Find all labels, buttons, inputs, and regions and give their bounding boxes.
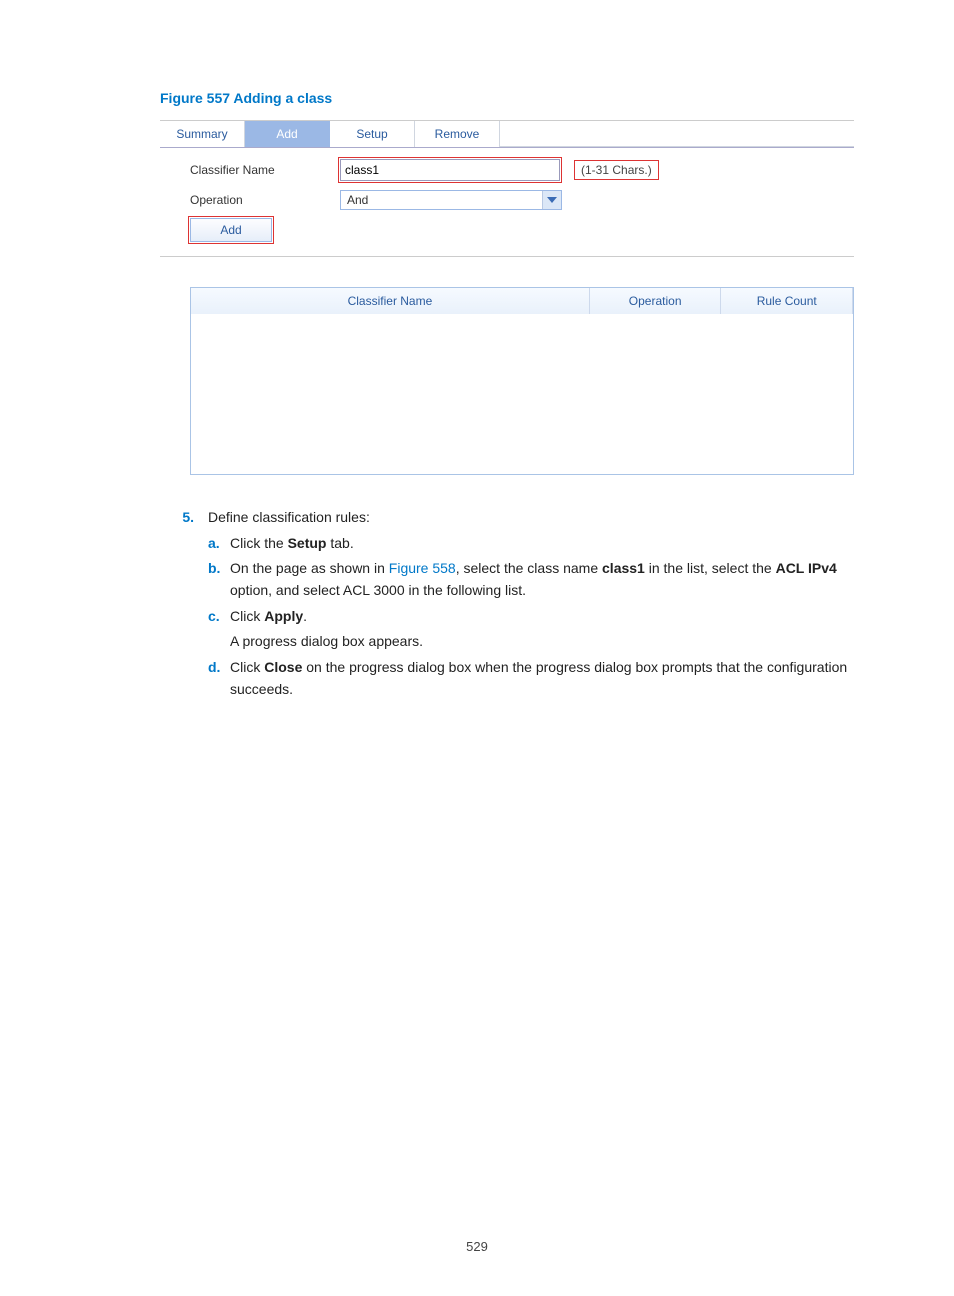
grid-col-rule-count[interactable]: Rule Count <box>721 288 853 314</box>
text: , select the class name <box>456 560 602 576</box>
classifier-name-hint: (1-31 Chars.) <box>574 160 659 180</box>
bold-apply: Apply <box>264 608 303 624</box>
text: Click the <box>230 535 288 551</box>
substep-c-body: Click Apply. A progress dialog box appea… <box>230 606 854 653</box>
classifier-grid: Classifier Name Operation Rule Count <box>190 287 854 475</box>
text: On the page as shown in <box>230 560 389 576</box>
step-5-number: 5. <box>160 507 208 705</box>
operation-label: Operation <box>190 193 340 207</box>
figure-558-link[interactable]: Figure 558 <box>389 560 456 576</box>
substep-b-body: On the page as shown in Figure 558, sele… <box>230 558 854 601</box>
substep-c-extra: A progress dialog box appears. <box>230 631 854 653</box>
classifier-name-input[interactable] <box>340 159 560 181</box>
text: tab. <box>326 535 353 551</box>
grid-col-classifier-name[interactable]: Classifier Name <box>191 288 590 314</box>
add-button[interactable]: Add <box>190 218 272 242</box>
classifier-name-label: Classifier Name <box>190 163 340 177</box>
text: . <box>303 608 307 624</box>
chevron-down-icon <box>542 191 561 209</box>
substep-a-body: Click the Setup tab. <box>230 533 854 555</box>
substep-b-letter: b. <box>208 558 230 601</box>
text: Click <box>230 608 264 624</box>
tab-filler <box>500 121 854 147</box>
bold-acl-ipv4: ACL IPv4 <box>776 560 837 576</box>
page-number: 529 <box>0 1239 954 1254</box>
grid-col-operation[interactable]: Operation <box>590 288 722 314</box>
tab-remove[interactable]: Remove <box>415 121 500 147</box>
figure-title: Figure 557 Adding a class <box>160 90 854 106</box>
substep-d-body: Click Close on the progress dialog box w… <box>230 657 854 700</box>
substep-a-letter: a. <box>208 533 230 555</box>
tab-summary[interactable]: Summary <box>160 121 245 147</box>
grid-body-empty <box>191 314 853 474</box>
instruction-list: 5. Define classification rules: a. Click… <box>160 507 854 705</box>
operation-select-value: And <box>341 193 542 207</box>
tab-bar: Summary Add Setup Remove <box>160 121 854 148</box>
bold-close: Close <box>264 659 302 675</box>
text: on the progress dialog box when the prog… <box>230 659 847 697</box>
text: in the list, select the <box>645 560 776 576</box>
add-class-form: Classifier Name (1-31 Chars.) Operation … <box>160 148 854 257</box>
substep-c-letter: c. <box>208 606 230 653</box>
substep-d-letter: d. <box>208 657 230 700</box>
text: Click <box>230 659 264 675</box>
tab-setup[interactable]: Setup <box>330 121 415 147</box>
figure-screenshot: Summary Add Setup Remove Classifier Name… <box>160 120 854 475</box>
operation-select[interactable]: And <box>340 190 562 210</box>
tab-add[interactable]: Add <box>245 121 330 147</box>
bold-class1: class1 <box>602 560 645 576</box>
bold-setup: Setup <box>288 535 327 551</box>
step-5-text: Define classification rules: <box>208 507 854 529</box>
text: option, and select ACL 3000 in the follo… <box>230 582 526 598</box>
